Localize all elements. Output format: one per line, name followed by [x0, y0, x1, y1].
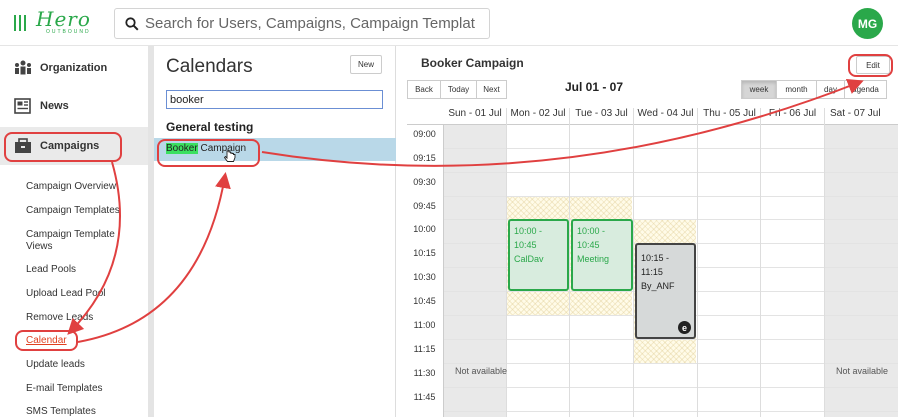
day-header-thu: Thu - 05 Jul — [703, 108, 756, 119]
time-label: 10:30 — [413, 272, 436, 282]
grid-line — [444, 196, 898, 197]
agenda-view-button[interactable]: agenda — [844, 80, 887, 99]
hero-outbound-logo[interactable]: Hero OUTBOUND — [14, 7, 96, 36]
search-input[interactable] — [145, 15, 475, 32]
next-button[interactable]: Next — [476, 80, 507, 99]
grid-line — [443, 124, 444, 417]
annotation-calendar — [15, 330, 78, 351]
search-icon — [125, 16, 139, 31]
nav-sub-upload-lead-pool[interactable]: Upload Lead Pool — [26, 288, 106, 300]
grid-line — [444, 387, 898, 388]
nav-sub-campaign-template-views[interactable]: Campaign Template Views — [26, 229, 126, 253]
left-navigation: Organization News Campaigns Campaign Ove… — [0, 46, 148, 417]
grid-line — [444, 172, 898, 173]
grid-line — [444, 339, 898, 340]
event-title: Meeting — [577, 254, 610, 264]
time-label: 11:30 — [413, 368, 436, 378]
not-available-label: Not available — [836, 366, 889, 376]
grid-line — [697, 108, 698, 417]
user-avatar[interactable]: MG — [852, 8, 883, 39]
time-label: 11:15 — [413, 344, 436, 354]
event-time-end: 10:45 — [514, 240, 537, 250]
event-time-end: 10:45 — [577, 240, 600, 250]
new-calendar-button[interactable]: New — [350, 55, 382, 74]
calendars-panel: Calendars New General testing Booker Cam… — [154, 46, 396, 417]
grid-line — [444, 363, 898, 364]
organization-icon — [12, 59, 34, 77]
time-label: 10:15 — [413, 248, 436, 258]
top-bar: Hero OUTBOUND MG — [0, 0, 898, 46]
event-badge-icon: e — [678, 321, 691, 334]
event-by-anf[interactable]: 10:15 - 11:15 By_ANF e — [635, 243, 696, 339]
event-time-start: 10:00 - — [577, 226, 606, 236]
grid-line — [760, 108, 761, 417]
month-view-button[interactable]: month — [776, 80, 817, 99]
day-view-button[interactable]: day — [816, 80, 845, 99]
grid-line — [444, 411, 898, 412]
time-label: 09:00 — [413, 129, 436, 139]
nav-sub-sms-templates[interactable]: SMS Templates — [26, 406, 96, 417]
day-header-mon: Mon - 02 Jul — [510, 108, 566, 119]
grid-line — [569, 108, 570, 417]
day-header-fri: Fri - 06 Jul — [768, 108, 817, 119]
nav-item-organization[interactable]: Organization — [12, 59, 107, 77]
nav-item-news[interactable]: News — [12, 97, 69, 115]
today-button[interactable]: Today — [440, 80, 477, 99]
nav-sub-campaign-overview[interactable]: Campaign Overview — [26, 181, 116, 193]
calendars-title: Calendars — [166, 56, 253, 77]
calendar-filter-input[interactable] — [166, 90, 383, 109]
annotation-booker-campaign — [157, 139, 260, 167]
event-caldav[interactable]: 10:00 - 10:45 CalDav — [508, 219, 569, 291]
time-label: 09:15 — [413, 153, 436, 163]
nav-label-organization: Organization — [40, 62, 108, 74]
calendar-group-title: General testing — [166, 120, 254, 134]
annotation-campaigns — [4, 132, 122, 162]
annotation-edit — [848, 54, 893, 77]
day-header-tue: Tue - 03 Jul — [575, 108, 628, 119]
nav-sub-email-templates[interactable]: E-mail Templates — [26, 383, 103, 395]
day-header-sat: Sat - 07 Jul — [830, 108, 881, 119]
menu-bars-icon[interactable] — [14, 15, 26, 31]
time-label: 11:45 — [413, 392, 436, 402]
nav-label-news: News — [40, 100, 69, 112]
event-meeting[interactable]: 10:00 - 10:45 Meeting — [571, 219, 633, 291]
event-title: CalDav — [514, 254, 544, 264]
time-label: 09:30 — [413, 177, 436, 187]
date-range-title: Jul 01 - 07 — [565, 80, 624, 94]
day-header-wed: Wed - 04 Jul — [637, 108, 694, 119]
logo-word: Hero — [36, 7, 91, 31]
not-available-label: Not available — [455, 366, 508, 376]
event-time-start: 10:15 - — [641, 253, 670, 263]
day-header-sun: Sun - 01 Jul — [448, 108, 502, 119]
event-time-start: 10:00 - — [514, 226, 543, 236]
logo-subtitle: OUTBOUND — [46, 29, 91, 35]
grid-line — [444, 148, 898, 149]
view-button-group: week month day agenda — [741, 80, 887, 99]
nav-sub-lead-pools[interactable]: Lead Pools — [26, 264, 76, 276]
time-label: 09:45 — [413, 201, 436, 211]
calendar-title: Booker Campaign — [421, 56, 524, 70]
nav-button-group: Back Today Next — [407, 80, 507, 99]
event-time-end: 11:15 — [641, 267, 663, 277]
time-label: 10:45 — [413, 296, 436, 306]
time-label: 10:00 — [413, 224, 436, 234]
week-grid: Sun - 01 Jul Mon - 02 Jul Tue - 03 Jul W… — [407, 108, 898, 417]
grid-line — [633, 108, 634, 417]
calendar-main: Booker Campaign Edit Back Today Next Jul… — [397, 46, 898, 417]
nav-sub-remove-leads[interactable]: Remove Leads — [26, 312, 93, 324]
global-search[interactable] — [114, 8, 490, 39]
nav-sub-campaign-templates[interactable]: Campaign Templates — [26, 205, 120, 217]
back-button[interactable]: Back — [407, 80, 441, 99]
time-label: 11:00 — [413, 320, 436, 330]
nav-sub-update-leads[interactable]: Update leads — [26, 359, 85, 371]
grid-line — [824, 108, 825, 417]
week-view-button[interactable]: week — [741, 80, 777, 99]
event-title: By_ANF — [641, 281, 675, 291]
news-icon — [12, 97, 34, 115]
